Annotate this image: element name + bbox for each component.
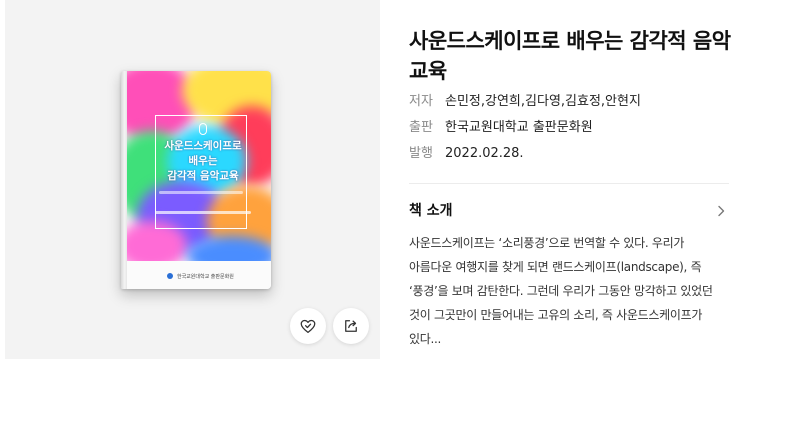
like-button[interactable] bbox=[290, 308, 326, 344]
cover-panel: 사운드스케이프로 배우는 감각적 음악교육 한국교원대학교 출판문화원 bbox=[5, 0, 380, 359]
meta-author-value: 손민정,강연희,김다영,김효정,안현지 bbox=[445, 94, 641, 109]
meta-date-row: 발행 2022.02.28. bbox=[409, 145, 524, 163]
meta-author-label: 저자 bbox=[409, 94, 433, 109]
meta-publisher-value: 한국교원대학교 출판문화원 bbox=[445, 120, 593, 135]
meta-date-label: 발행 bbox=[409, 146, 433, 161]
cover-title-line-2: 배우는 bbox=[188, 155, 218, 167]
book-cover-image[interactable]: 사운드스케이프로 배우는 감각적 음악교육 한국교원대학교 출판문화원 bbox=[121, 71, 271, 289]
meta-publisher-label: 출판 bbox=[409, 120, 433, 135]
divider bbox=[409, 183, 729, 184]
intro-header[interactable]: 책 소개 bbox=[409, 200, 729, 222]
intro-text: 사운드스케이프는 ‘소리풍경’으로 번역할 수 있다. 우리가 아름다운 여행지… bbox=[409, 236, 713, 346]
cover-title-line-3: 감각적 음악교육 bbox=[167, 170, 239, 182]
cover-title-line-1: 사운드스케이프로 bbox=[164, 140, 242, 152]
book-title: 사운드스케이프로 배우는 감각적 음악교육 bbox=[409, 29, 731, 83]
cover-footer: 한국교원대학교 출판문화원 bbox=[127, 261, 271, 289]
intro-heading: 책 소개 bbox=[409, 203, 453, 219]
cover-authors-line bbox=[155, 211, 251, 214]
cover-subtitle-line bbox=[159, 191, 243, 194]
share-icon bbox=[345, 320, 357, 332]
cover-publisher: 한국교원대학교 출판문화원 bbox=[177, 274, 234, 280]
heart-check-icon bbox=[300, 319, 316, 334]
cover-artwork: 사운드스케이프로 배우는 감각적 음악교육 bbox=[127, 71, 271, 261]
chevron-right-icon[interactable] bbox=[713, 203, 729, 219]
meta-author-row: 저자 손민정,강연희,김다영,김효정,안현지 bbox=[409, 93, 641, 111]
cover-title: 사운드스케이프로 배우는 감각적 음악교육 bbox=[147, 139, 259, 184]
meta-date-value: 2022.02.28. bbox=[445, 146, 524, 161]
publisher-logo-icon bbox=[167, 273, 173, 279]
meta-publisher-row: 출판 한국교원대학교 출판문화원 bbox=[409, 119, 593, 137]
microphone-icon bbox=[199, 123, 207, 135]
share-button[interactable] bbox=[333, 308, 369, 344]
